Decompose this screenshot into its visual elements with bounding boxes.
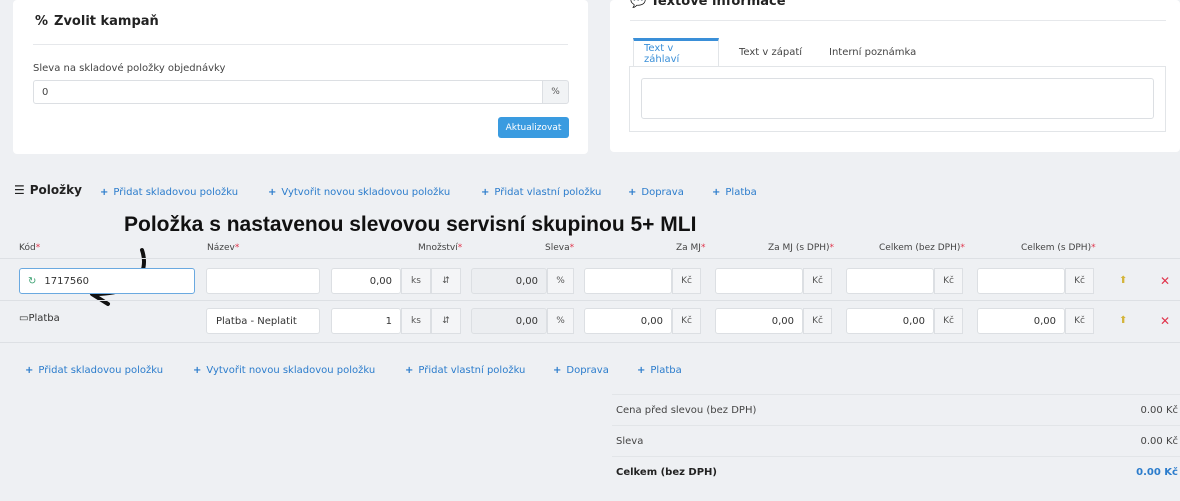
currency-unit: Kč [803, 308, 832, 334]
col-total-vat: Celkem (s DPH)* [1021, 243, 1096, 253]
discount-input[interactable]: 0 [33, 80, 549, 104]
per-unit-input[interactable] [584, 268, 672, 294]
col-name: Název* [207, 243, 240, 253]
discount-cell: 0,00 [471, 308, 547, 334]
refresh-icon: ↻ [28, 275, 37, 287]
text-info-title: 💬 Textové informace [630, 0, 786, 9]
update-button[interactable]: Aktualizovat [498, 117, 569, 138]
add-stock-item-link[interactable]: + Přidat skladovou položku [25, 365, 163, 376]
col-per-unit: Za MJ* [676, 243, 706, 253]
col-total-novat: Celkem (bez DPH)* [879, 243, 965, 253]
stock-icon[interactable]: ⇵ [431, 268, 461, 294]
items-title: ☰ Položky [14, 183, 82, 197]
campaign-card: % Zvolit kampaň Sleva na skladové položky… [13, 0, 588, 154]
add-custom-item-link[interactable]: + Přidat vlastní položku [405, 365, 525, 376]
tab-header-text[interactable]: Text v záhlaví [633, 38, 719, 66]
discount-label: Sleva na skladové položky objednávky [33, 63, 226, 74]
add-custom-item-link[interactable]: + Přidat vlastní položku [481, 187, 601, 198]
comment-icon: 💬 [630, 0, 647, 9]
discount-unit: % [542, 80, 569, 104]
divider [0, 342, 1180, 343]
summary-price-before-discount: Cena před slevou (bez DPH) 0.00 Kč [612, 394, 1180, 425]
move-up-icon[interactable]: ⬆ [1119, 315, 1127, 326]
create-stock-item-link[interactable]: + Vytvořit novou skladovou položku [268, 187, 450, 198]
total-novat-input[interactable]: 0,00 [846, 308, 934, 334]
delete-icon[interactable]: ✕ [1160, 274, 1170, 288]
stock-icon[interactable]: ⇵ [431, 308, 461, 334]
move-up-icon[interactable]: ⬆ [1119, 275, 1127, 286]
col-code: Kód* [19, 243, 41, 253]
divider [0, 258, 1180, 259]
total-vat-input[interactable] [977, 268, 1065, 294]
currency-unit: Kč [934, 308, 963, 334]
text-info-card: 💬 Textové informace Text v záhlaví Text … [610, 0, 1180, 152]
per-unit-vat-input[interactable]: 0,00 [715, 308, 803, 334]
percent-icon: % [35, 14, 49, 29]
name-input[interactable]: Platba - Neplatit [206, 308, 320, 334]
discount-cell: 0,00 [471, 268, 547, 294]
discount-unit: % [547, 308, 574, 334]
col-discount: Sleva* [545, 243, 575, 253]
annotation-text: Položka s nastavenou slevovou servisní s… [124, 213, 697, 236]
currency-unit: Kč [803, 268, 832, 294]
qty-unit: ks [401, 268, 431, 294]
qty-input[interactable]: 1 [331, 308, 401, 334]
payment-link[interactable]: + Platba [637, 365, 682, 376]
qty-input[interactable]: 0,00 [331, 268, 401, 294]
divider [33, 44, 568, 45]
discount-unit: % [547, 268, 574, 294]
create-stock-item-link[interactable]: + Vytvořit novou skladovou položku [193, 365, 375, 376]
tab-internal-note[interactable]: Interní poznámka [819, 38, 926, 66]
divider [630, 20, 1166, 21]
name-input[interactable] [206, 268, 320, 294]
summary-total-novat: Celkem (bez DPH) 0.00 Kč [612, 456, 1180, 487]
tab-footer-text[interactable]: Text v zápatí [729, 38, 812, 66]
campaign-title: % Zvolit kampaň [35, 14, 159, 29]
code-input[interactable]: ↻ 1717560 [19, 268, 195, 294]
col-per-unit-vat: Za MJ (s DPH)* [768, 243, 835, 253]
qty-unit: ks [401, 308, 431, 334]
total-novat-input[interactable] [846, 268, 934, 294]
currency-unit: Kč [934, 268, 963, 294]
delete-icon[interactable]: ✕ [1160, 314, 1170, 328]
per-unit-input[interactable]: 0,00 [584, 308, 672, 334]
currency-unit: Kč [672, 268, 701, 294]
currency-unit: Kč [1065, 308, 1094, 334]
list-icon: ☰ [14, 183, 25, 197]
total-vat-input[interactable]: 0,00 [977, 308, 1065, 334]
per-unit-vat-input[interactable] [715, 268, 803, 294]
shipping-link[interactable]: + Doprava [628, 187, 684, 198]
add-stock-item-link[interactable]: + Přidat skladovou položku [100, 187, 238, 198]
shipping-link[interactable]: + Doprava [553, 365, 609, 376]
header-textarea[interactable] [641, 78, 1154, 119]
divider [0, 300, 1180, 301]
col-qty: Množství* [418, 243, 463, 253]
payment-code: ▭Platba [19, 313, 60, 324]
currency-unit: Kč [1065, 268, 1094, 294]
currency-unit: Kč [672, 308, 701, 334]
payment-link[interactable]: + Platba [712, 187, 757, 198]
summary-discount: Sleva 0.00 Kč [612, 425, 1180, 456]
